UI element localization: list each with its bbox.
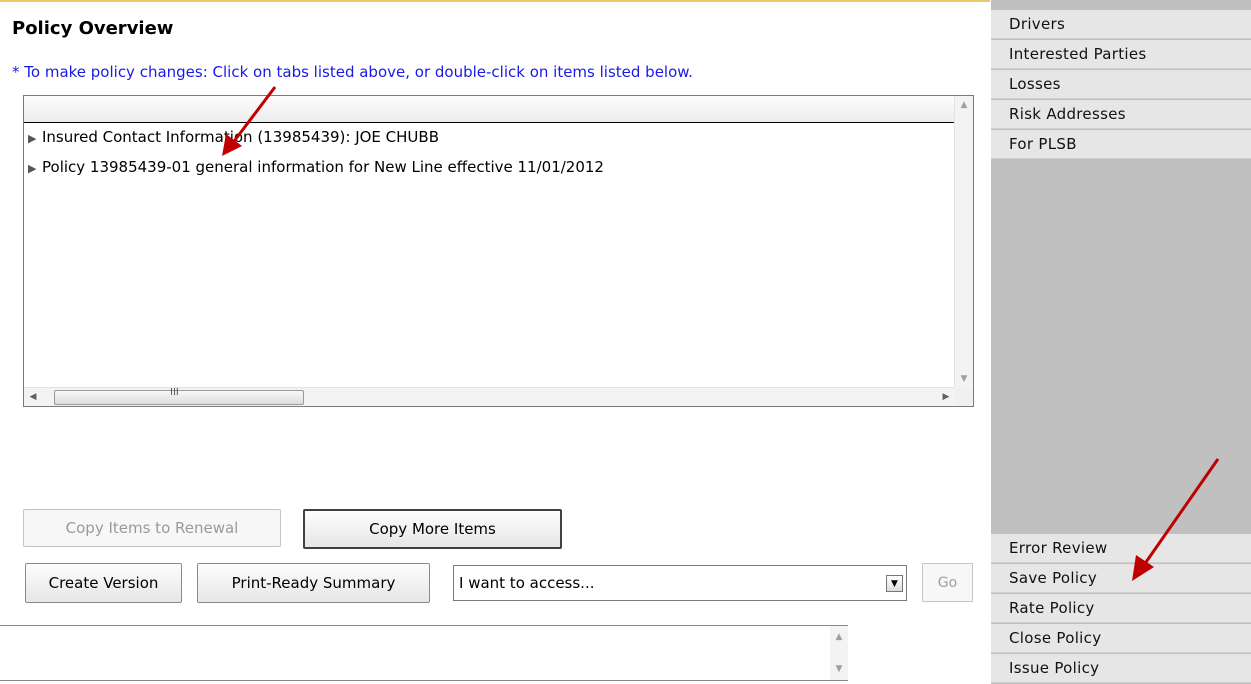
list-header	[24, 96, 955, 123]
chevron-down-icon[interactable]: ▼	[886, 575, 903, 592]
horizontal-scrollbar[interactable]: ◀ III ▶	[24, 387, 955, 406]
sidebar-item-close-policy[interactable]: Close Policy	[991, 624, 1251, 653]
scroll-right-icon[interactable]: ▶	[937, 388, 955, 406]
sidebar-item-losses[interactable]: Losses	[991, 70, 1251, 99]
expand-triangle-icon[interactable]: ▶	[28, 132, 42, 145]
scroll-thumb[interactable]: III	[54, 387, 304, 405]
scrollbar-corner	[955, 388, 973, 406]
access-select[interactable]: I want to access... ▼	[453, 565, 907, 601]
copy-items-to-renewal-button[interactable]: Copy Items to Renewal	[23, 509, 281, 547]
sidebar-item-interested-parties[interactable]: Interested Parties	[991, 40, 1251, 69]
instructions-hint: * To make policy changes: Click on tabs …	[12, 63, 693, 81]
notes-scrollbar[interactable]: ▲ ▼	[830, 626, 848, 680]
scroll-down-icon[interactable]: ▼	[955, 370, 973, 388]
create-version-button[interactable]: Create Version	[25, 563, 182, 603]
access-select-value: I want to access...	[459, 574, 595, 592]
copy-more-items-button[interactable]: Copy More Items	[303, 509, 562, 549]
scroll-up-icon[interactable]: ▲	[830, 632, 848, 642]
sidebar-item-risk-addresses[interactable]: Risk Addresses	[991, 100, 1251, 129]
sidebar-item-drivers[interactable]: Drivers	[991, 10, 1251, 39]
policy-overview-list[interactable]: ▶ Insured Contact Information (13985439):…	[23, 95, 974, 407]
go-button[interactable]: Go	[922, 563, 973, 602]
annotation-arrow-icon	[1132, 458, 1220, 581]
page-title: Policy Overview	[12, 18, 174, 39]
scroll-left-icon[interactable]: ◀	[24, 388, 42, 406]
sidebar-item-for-plsb[interactable]: For PLSB	[991, 130, 1251, 159]
vertical-scrollbar[interactable]: ▲ ▼	[954, 96, 973, 388]
scroll-down-icon[interactable]: ▼	[830, 664, 848, 674]
print-ready-summary-button[interactable]: Print-Ready Summary	[197, 563, 430, 603]
list-item-policy-info[interactable]: ▶ Policy 13985439-01 general information …	[28, 158, 604, 176]
scroll-up-icon[interactable]: ▲	[955, 96, 973, 114]
expand-triangle-icon[interactable]: ▶	[28, 162, 42, 175]
notes-area[interactable]: ▲ ▼	[0, 625, 848, 681]
sidebar-item-issue-policy[interactable]: Issue Policy	[991, 654, 1251, 683]
annotation-arrow-icon	[222, 86, 277, 156]
sidebar-item-rate-policy[interactable]: Rate Policy	[991, 594, 1251, 623]
list-item-label: Policy 13985439-01 general information f…	[42, 158, 604, 176]
scroll-grip: III	[170, 387, 179, 398]
top-border	[0, 0, 990, 2]
